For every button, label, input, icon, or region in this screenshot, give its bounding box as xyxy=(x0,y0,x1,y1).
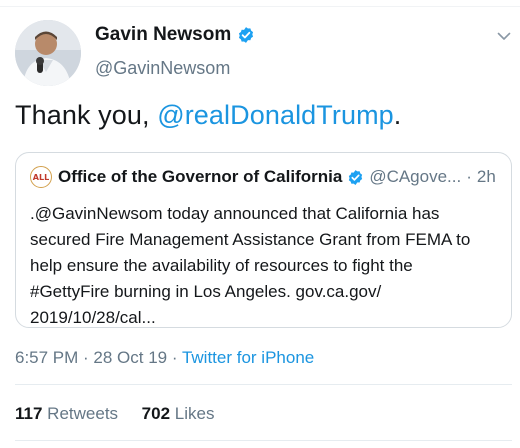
quoted-author-handle: @CAgove... xyxy=(369,167,462,186)
tweet-text: Thank you, @realDonaldTrump. xyxy=(15,100,401,131)
quoted-tweet-header: ALL Office of the Governor of California… xyxy=(30,166,496,188)
likes-stat[interactable]: 702 Likes xyxy=(142,404,215,423)
author-name-row: Gavin Newsom xyxy=(95,24,255,46)
likes-count: 702 xyxy=(141,404,171,423)
person-avatar-icon xyxy=(15,20,81,86)
tweet-time[interactable]: 6:57 PM xyxy=(15,348,78,367)
tweet-metadata: 6:57 PM · 28 Oct 19 · Twitter for iPhone xyxy=(15,348,314,368)
meta-separator: · xyxy=(78,348,94,367)
author-avatar[interactable] xyxy=(15,20,81,86)
quoted-body-line: help ensure the availability of resource… xyxy=(30,256,413,275)
author-name[interactable]: Gavin Newsom xyxy=(95,24,231,46)
tweet-date[interactable]: 28 Oct 19 xyxy=(93,348,167,367)
likes-label: Likes xyxy=(174,404,215,423)
previous-content-edge xyxy=(0,0,520,7)
retweets-label: Retweets xyxy=(47,404,119,423)
divider xyxy=(15,384,512,385)
mention-link[interactable]: @realDonaldTrump xyxy=(157,100,394,130)
governor-seal-icon: ALL xyxy=(30,166,52,188)
meta-separator: · xyxy=(167,348,182,367)
quoted-tweet-time: 2h xyxy=(476,167,496,186)
verified-badge-icon xyxy=(349,169,363,185)
author-handle[interactable]: @GavinNewsom xyxy=(95,58,230,79)
divider xyxy=(15,440,512,441)
tweet-source-link[interactable]: Twitter for iPhone xyxy=(182,348,314,367)
tweet-text-suffix: . xyxy=(393,100,402,130)
quoted-body-line: #GettyFire burning in Los Angeles. gov.c… xyxy=(30,282,382,301)
tweet-stats: 117 Retweets 702 Likes xyxy=(15,404,214,424)
quoted-body-line: 2019/10/28/cal... xyxy=(30,308,156,327)
quoted-body-line: .@GavinNewsom today announced that Calif… xyxy=(30,204,440,223)
separator-dot: · xyxy=(466,167,472,186)
verified-badge-icon xyxy=(239,27,254,43)
quoted-tweet-card[interactable]: ALL Office of the Governor of California… xyxy=(15,152,512,328)
tweet-text-prefix: Thank you, xyxy=(15,100,158,130)
quoted-author-name: Office of the Governor of California xyxy=(58,167,343,186)
quoted-tweet-body: .@GavinNewsom today announced that Calif… xyxy=(30,201,500,331)
retweets-count: 117 xyxy=(15,404,43,423)
seal-text: ALL xyxy=(32,172,50,182)
quoted-body-line: secured Fire Management Assistance Grant… xyxy=(30,230,471,249)
chevron-down-icon[interactable] xyxy=(496,28,512,44)
retweets-stat[interactable]: 117 Retweets xyxy=(15,404,118,423)
